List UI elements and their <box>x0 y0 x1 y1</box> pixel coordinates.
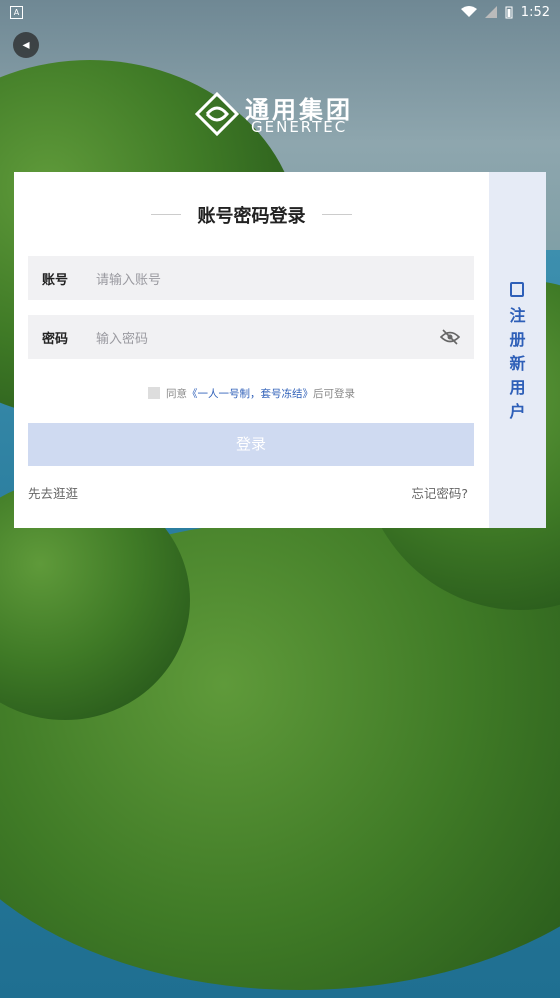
login-title: 账号密码登录 <box>197 206 306 227</box>
password-label: 密码 <box>42 332 69 347</box>
brand-logo: 通用集团 GENERTEC <box>195 90 375 140</box>
signal-icon <box>484 6 497 18</box>
register-label: 注 册 新 用 户 <box>509 306 526 421</box>
battery-icon <box>505 6 513 18</box>
logo-english-name: GENERTEC <box>251 118 348 136</box>
login-title-wrap: 账号密码登录 <box>14 202 489 228</box>
login-button[interactable]: 登录 <box>28 423 474 466</box>
genertec-logo-icon <box>195 92 239 136</box>
guest-link[interactable]: 先去逛逛 <box>28 483 78 502</box>
agreement-row: 同意《一人一号制，套号冻结》后可登录 <box>14 386 489 401</box>
account-label: 账号 <box>42 273 69 288</box>
account-field[interactable]: 账号 请输入账号 <box>28 256 474 300</box>
agreement-link[interactable]: 《一人一号制，套号冻结》 <box>187 388 313 400</box>
title-divider-left <box>151 214 181 215</box>
forgot-password-link[interactable]: 忘记密码? <box>411 483 468 502</box>
login-card: 账号密码登录 账号 请输入账号 密码 输入密码 同意《一人一号制，套号冻结》后可… <box>14 172 546 528</box>
password-field[interactable]: 密码 输入密码 <box>28 315 474 359</box>
back-arrow-icon: ◂ <box>22 37 30 53</box>
user-profile-icon <box>510 282 524 297</box>
agreement-prefix: 同意 <box>166 388 187 400</box>
back-button[interactable]: ◂ <box>13 32 39 58</box>
agreement-suffix: 后可登录 <box>313 388 355 400</box>
hide-password-eye-icon[interactable] <box>440 328 460 346</box>
account-input[interactable]: 请输入账号 <box>96 269 161 288</box>
wifi-icon <box>460 6 477 17</box>
password-input[interactable]: 输入密码 <box>96 328 148 347</box>
title-divider-right <box>322 214 352 215</box>
agreement-checkbox[interactable] <box>148 387 160 399</box>
register-panel[interactable]: 注 册 新 用 户 <box>489 172 546 528</box>
clock: 1:52 <box>520 4 550 20</box>
app-badge-icon: A <box>10 5 23 19</box>
status-bar: A 1:52 <box>0 0 560 24</box>
